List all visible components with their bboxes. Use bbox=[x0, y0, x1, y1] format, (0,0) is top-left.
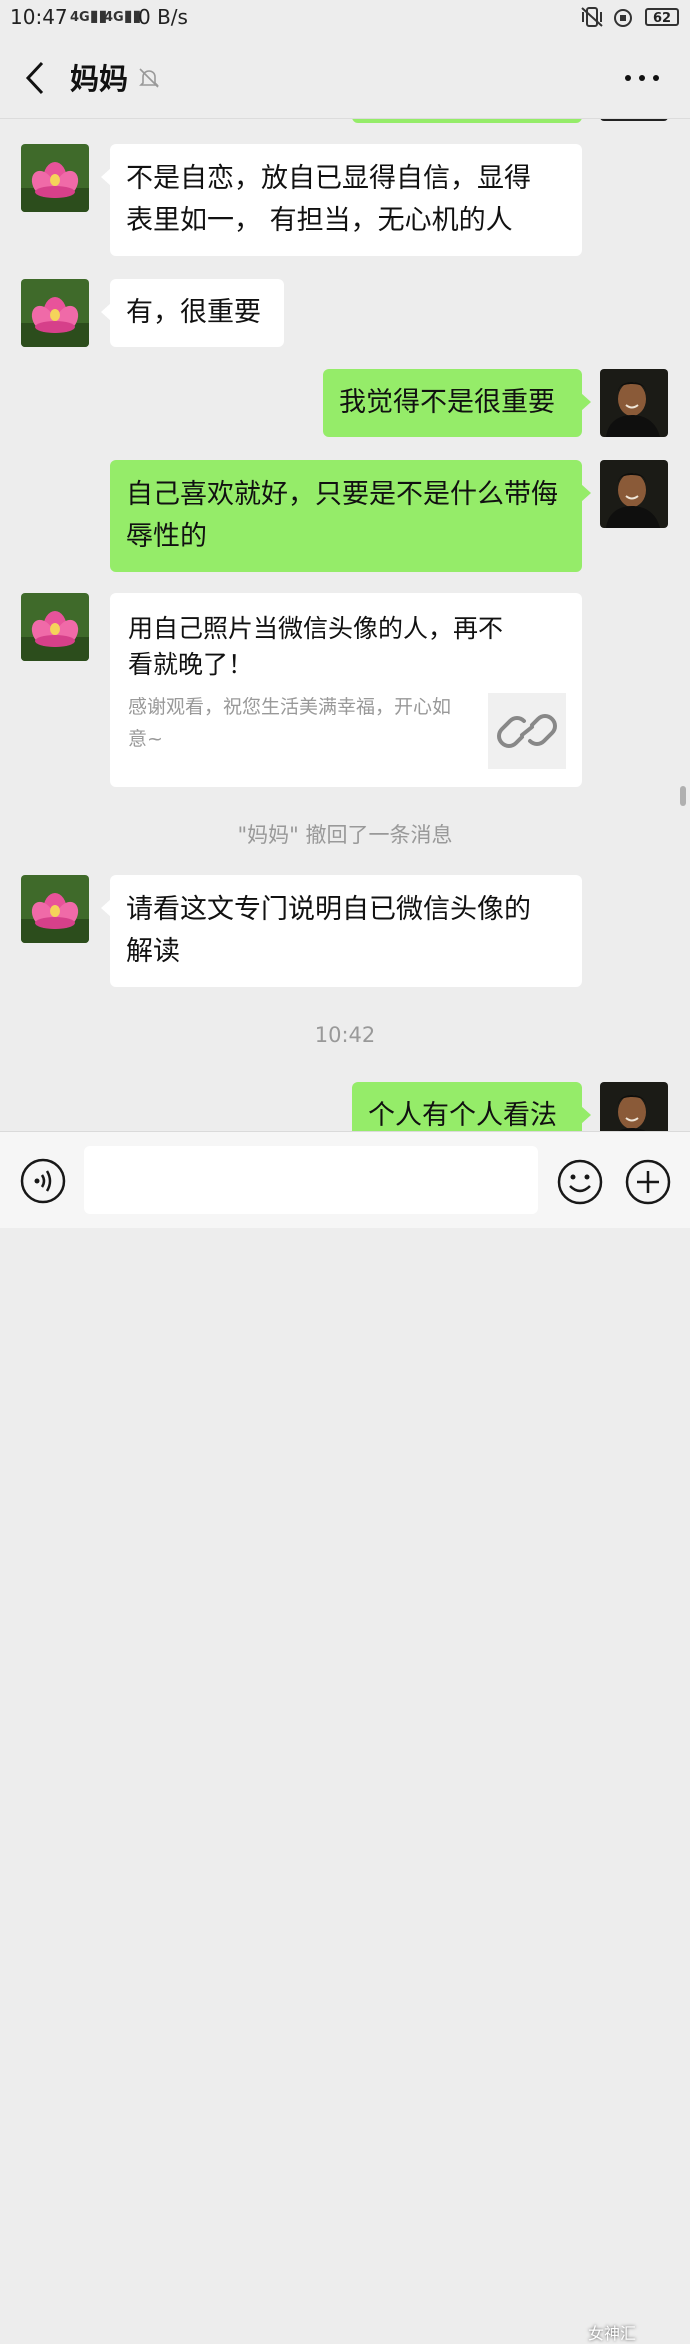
status-bar: 10:47 4G▮▮ 4G▮▮ 0 B/s 62 bbox=[0, 0, 690, 36]
vibrate-icon bbox=[580, 6, 604, 33]
timestamp: 10:42 bbox=[314, 1023, 376, 1047]
message-bubble[interactable]: 有，很重要 bbox=[101, 279, 284, 347]
message-text: 有，很重要 bbox=[126, 297, 261, 328]
signal-icon: 4G▮▮ bbox=[70, 6, 108, 25]
message-text: 不是自恋，放自已显得自信，显得 bbox=[126, 163, 531, 194]
message-input[interactable] bbox=[84, 1146, 538, 1214]
alarm-icon bbox=[612, 6, 634, 33]
link-card[interactable]: 用自己照片当微信头像的人，再不 看就晚了！ 感谢观看，祝您生活美满幸福，开心如 … bbox=[110, 593, 582, 787]
message-text: 自己喜欢就好，只要是不是什么带侮 bbox=[126, 479, 558, 510]
message-bubble[interactable]: 请看这文专门说明自已微信头像的 解读 bbox=[101, 875, 582, 987]
message-bubble-mine[interactable]: 自己喜欢就好，只要是不是什么带侮 辱性的 bbox=[110, 460, 591, 572]
chat-title: 妈妈 bbox=[70, 62, 129, 96]
my-avatar-partial bbox=[600, 119, 668, 121]
message-bubble-mine[interactable]: 我觉得不是很重要 bbox=[323, 369, 591, 437]
bell-slash-icon bbox=[137, 66, 161, 90]
back-icon[interactable] bbox=[20, 58, 50, 98]
mother-avatar[interactable] bbox=[21, 279, 89, 347]
my-avatar[interactable] bbox=[600, 460, 668, 528]
my-avatar[interactable] bbox=[600, 369, 668, 437]
signal-icon-2: 4G▮▮ bbox=[104, 6, 142, 25]
link-title: 用自己照片当微信头像的人，再不 看就晚了！ bbox=[128, 614, 504, 679]
my-avatar[interactable] bbox=[600, 1082, 668, 1131]
voice-icon[interactable] bbox=[20, 1158, 66, 1204]
message-text: 我觉得不是很重要 bbox=[339, 387, 555, 418]
recall-notice: "妈妈" 撤回了一条消息 bbox=[237, 823, 453, 847]
message-text: 个人有个人看法 bbox=[368, 1100, 557, 1131]
plus-icon[interactable] bbox=[624, 1158, 672, 1206]
message-text: 表里如一， 有担当，无心机的人 bbox=[126, 205, 513, 236]
chat-header: 妈妈 bbox=[0, 36, 690, 119]
input-bar: 女神汇 bbox=[0, 1131, 690, 2343]
network-speed: 0 B/s bbox=[138, 5, 188, 29]
message-text: 解读 bbox=[126, 936, 180, 967]
battery-indicator: 62 bbox=[645, 8, 679, 26]
mother-avatar[interactable] bbox=[21, 593, 89, 661]
scrollbar-thumb[interactable] bbox=[680, 786, 686, 806]
mother-avatar[interactable] bbox=[21, 875, 89, 943]
status-time: 10:47 bbox=[10, 5, 68, 29]
mother-avatar[interactable] bbox=[21, 144, 89, 212]
message-text: 辱性的 bbox=[126, 521, 207, 552]
link-icon bbox=[488, 693, 566, 769]
message-bubble-mine[interactable]: 个人有个人看法 bbox=[352, 1082, 591, 1131]
message-list[interactable]: 不是自恋，放自已显得自信，显得 表里如一， 有担当，无心机的人 有，很重要 我觉… bbox=[0, 119, 690, 1131]
message-bubble[interactable]: 不是自恋，放自已显得自信，显得 表里如一， 有担当，无心机的人 bbox=[101, 144, 582, 256]
ellipsis-icon[interactable] bbox=[622, 68, 662, 88]
message-text: 请看这文专门说明自已微信头像的 bbox=[126, 894, 531, 925]
link-description: 感谢观看，祝您生活美满幸福，开心如 意~ bbox=[128, 696, 452, 750]
message-bubble-partial bbox=[352, 119, 582, 123]
watermark: 女神汇 bbox=[588, 2324, 637, 2343]
emoji-icon[interactable] bbox=[556, 1158, 604, 1206]
